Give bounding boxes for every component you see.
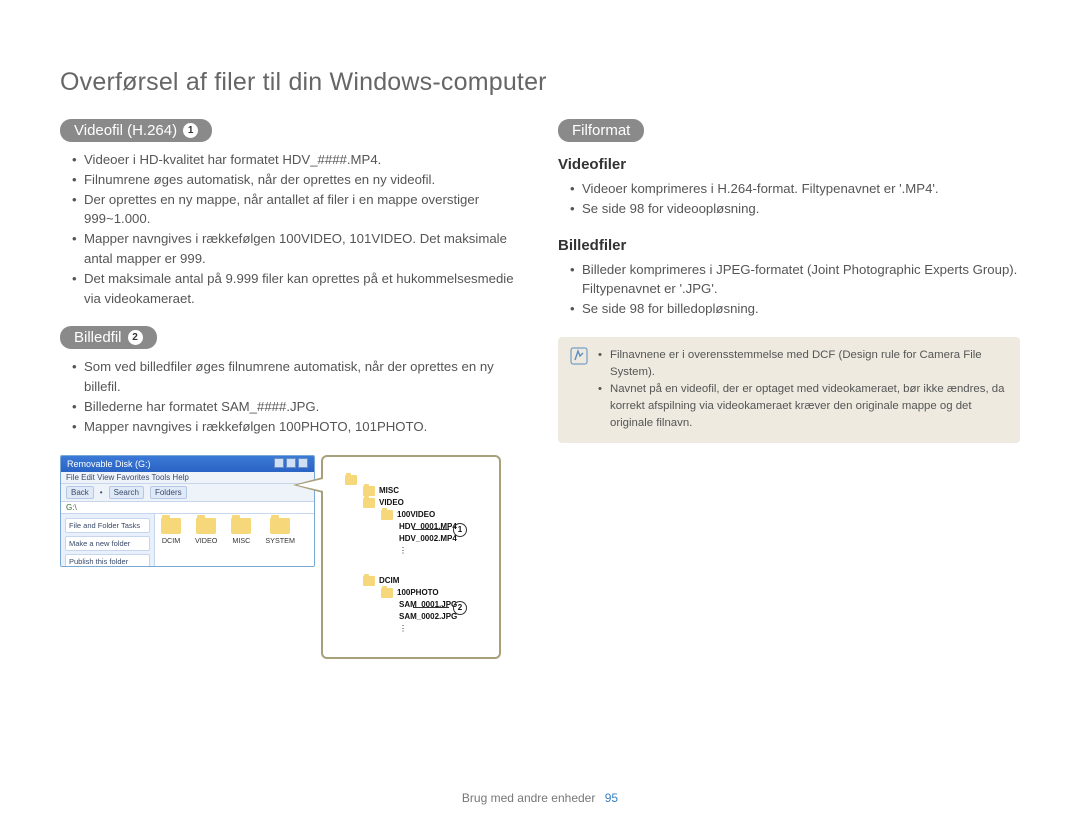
folder-icon (381, 588, 393, 598)
folder-icon (381, 510, 393, 520)
footer-text: Brug med andre enheder (462, 791, 595, 805)
folder-icon (363, 498, 375, 508)
list-item: Videoer komprimeres i H.264-format. Filt… (570, 179, 1020, 199)
search-button: Search (109, 486, 144, 499)
folder-icon: DCIM (161, 518, 181, 566)
back-button: Back (66, 486, 94, 499)
pill-label: Billedfil (74, 329, 122, 346)
subheading-videofiler: Videofiler (558, 156, 1020, 173)
folder-tree-box: MISC VIDEO 100VIDEO HDV_0001.MP4 HDV_000… (321, 455, 501, 659)
explorer-toolbar: Back • Search Folders (61, 484, 314, 502)
explorer-window: Removable Disk (G:) File Edit View Favor… (60, 455, 315, 567)
note-item: Filnavnene er i overensstemmelse med DCF… (598, 347, 1008, 381)
subheading-billedfiler: Billedfiler (558, 237, 1020, 254)
section-videofil-h264: Videofil (H.264) 1 (60, 119, 212, 142)
diagram: Removable Disk (G:) File Edit View Favor… (60, 455, 522, 659)
explorer-address: G:\ (61, 502, 314, 514)
callout-2: 2 (413, 601, 467, 615)
note-box: Filnavnene er i overensstemmelse med DCF… (558, 337, 1020, 443)
left-column: Videofil (H.264) 1 Videoer i HD-kvalitet… (60, 119, 522, 659)
explorer-title-text: Removable Disk (G:) (67, 459, 151, 469)
folder-icon: SYSTEM (265, 518, 295, 566)
pill-label: Videofil (H.264) (74, 122, 177, 139)
note-icon (570, 347, 588, 433)
folders-button: Folders (150, 486, 187, 499)
explorer-menu: File Edit View Favorites Tools Help (61, 472, 314, 484)
folder-icon (345, 475, 357, 485)
list-item: Se side 98 for billedopløsning. (570, 299, 1020, 319)
callout-pointer (293, 477, 323, 493)
sidebar-link: Publish this folder (65, 554, 150, 567)
list-item: Filnumrene øges automatisk, når der opre… (72, 170, 522, 190)
folder-icon (363, 486, 375, 496)
list-item: Billederne har formatet SAM_####.JPG. (72, 397, 522, 417)
list-item: Som ved billedfiler øges filnumrene auto… (72, 357, 522, 397)
list-item: Mapper navngives i rækkefølgen 100VIDEO,… (72, 229, 522, 269)
pill-label: Filformat (572, 122, 630, 139)
folder-icon (363, 576, 375, 586)
explorer-sidebar: File and Folder Tasks Make a new folder … (61, 514, 155, 567)
folder-icon: MISC (231, 518, 251, 566)
list-item: Videoer i HD-kvalitet har formatet HDV_#… (72, 150, 522, 170)
note-item: Navnet på en videofil, der er optaget me… (598, 381, 1008, 432)
list-item: Mapper navngives i rækkefølgen 100PHOTO,… (72, 417, 522, 437)
pill-number-1: 1 (183, 123, 198, 138)
right-column: Filformat Videofiler Videoer komprimeres… (558, 119, 1020, 659)
page-number: 95 (605, 791, 618, 805)
list-item: Der oprettes en ny mappe, når antallet a… (72, 190, 522, 230)
explorer-content: DCIM VIDEO MISC SYSTEM (155, 514, 314, 567)
list-item: Det maksimale antal på 9.999 filer kan o… (72, 269, 522, 309)
page-footer: Brug med andre enheder 95 (0, 791, 1080, 805)
sidebar-box: File and Folder Tasks (65, 518, 150, 533)
billedfil-list: Som ved billedfiler øges filnumrene auto… (60, 357, 522, 436)
callout-1: 1 (413, 523, 467, 537)
section-filformat: Filformat (558, 119, 644, 142)
videofiler-list: Videoer komprimeres i H.264-format. Filt… (558, 179, 1020, 219)
folder-tree: MISC VIDEO 100VIDEO HDV_0001.MP4 HDV_000… (345, 475, 477, 635)
window-buttons (272, 458, 308, 470)
list-item: Billeder komprimeres i JPEG-formatet (Jo… (570, 260, 1020, 300)
folder-icon: VIDEO (195, 518, 217, 566)
explorer-titlebar: Removable Disk (G:) (61, 456, 314, 472)
list-item: Se side 98 for videoopløsning. (570, 199, 1020, 219)
page-title: Overførsel af filer til din Windows-comp… (60, 68, 1020, 97)
sidebar-link: Make a new folder (65, 536, 150, 551)
pill-number-2: 2 (128, 330, 143, 345)
videofil-list: Videoer i HD-kvalitet har formatet HDV_#… (60, 150, 522, 308)
section-billedfil: Billedfil 2 (60, 326, 157, 349)
billedfiler-list: Billeder komprimeres i JPEG-formatet (Jo… (558, 260, 1020, 319)
